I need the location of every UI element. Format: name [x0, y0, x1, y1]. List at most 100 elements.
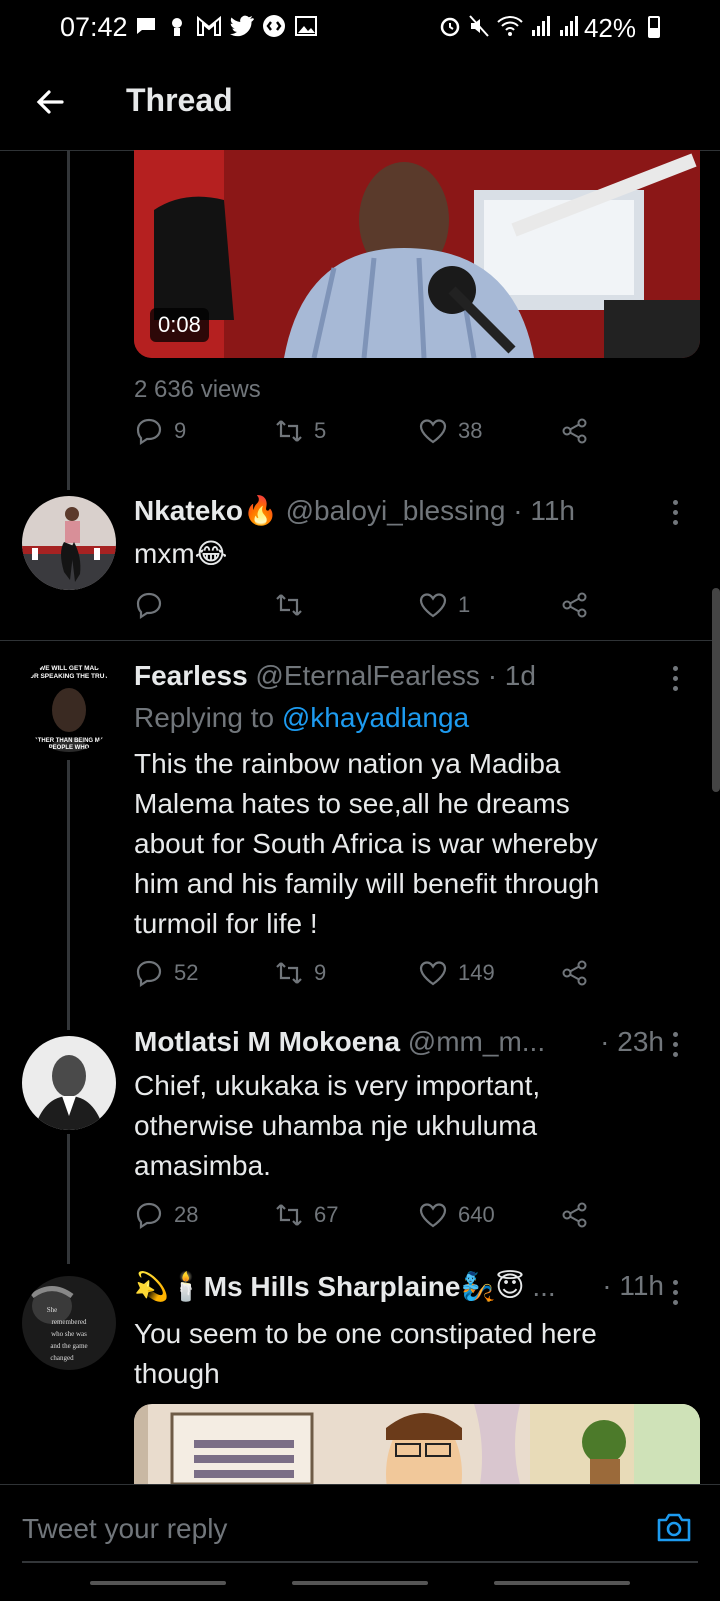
- like-button[interactable]: 640: [418, 1200, 495, 1230]
- display-name[interactable]: Fearless: [134, 660, 248, 691]
- share-button[interactable]: [560, 416, 590, 446]
- replying-to-label: Replying to: [134, 702, 275, 733]
- image-attachment[interactable]: [134, 1404, 700, 1484]
- like-button[interactable]: 1: [418, 590, 470, 620]
- name-emoji-suffix: 🧞😇: [460, 1271, 525, 1302]
- retweet-count: 67: [314, 1202, 339, 1227]
- reply-count: 28: [174, 1202, 199, 1227]
- svg-text:and the game: and the game: [50, 1342, 87, 1350]
- retweet-button[interactable]: [274, 590, 314, 620]
- notification-icons: [134, 14, 318, 38]
- tweet-text: You seem to be one constipated here thou…: [134, 1314, 664, 1394]
- avatar[interactable]: [22, 496, 116, 590]
- tweet-header: 💫🕯️Ms Hills Sharplaine🧞😇 ... · 11h: [134, 1270, 670, 1303]
- like-button[interactable]: 149: [418, 958, 495, 988]
- battery-percent: 42%: [583, 13, 636, 43]
- svg-text:WE WILL GET MAD: WE WILL GET MAD: [39, 665, 99, 672]
- display-name[interactable]: Motlatsi M Mokoena: [134, 1026, 400, 1057]
- video-player[interactable]: 0:08: [134, 150, 700, 358]
- display-name[interactable]: Ms Hills Sharplaine: [204, 1271, 461, 1302]
- signal-icon-2: [560, 16, 578, 36]
- tweet-text-line: amasimba.: [134, 1150, 271, 1181]
- reply-count: 9: [174, 418, 187, 443]
- tweet-actions: 9 5 38: [134, 416, 614, 456]
- tweet-text-line: Chief, ukukaka is very important,: [134, 1070, 541, 1101]
- shazam-icon: [263, 15, 285, 37]
- tweet-text-line: This the rainbow nation ya Madiba: [134, 748, 561, 779]
- reply-icon: [136, 960, 162, 988]
- tweet-actions: 52 9 149: [134, 958, 614, 998]
- heart-icon: [419, 419, 447, 444]
- app-bar: Thread: [0, 56, 720, 151]
- like-count: 1: [458, 592, 471, 617]
- thread-line: [67, 760, 70, 1030]
- more-options-icon[interactable]: [670, 666, 680, 691]
- video-duration: 0:08: [150, 308, 209, 342]
- svg-text:FOR SPEAKING THE TRUTH: FOR SPEAKING THE TRUTH: [25, 673, 113, 680]
- nav-handle: [90, 1581, 226, 1585]
- gmail-icon: [197, 15, 221, 36]
- handle: @mm_m...: [407, 1026, 546, 1057]
- name-emoji: 🔥: [242, 495, 278, 526]
- display-name[interactable]: Nkateko: [134, 495, 243, 526]
- reply-button[interactable]: 9: [134, 416, 186, 446]
- message-icon: [137, 18, 155, 34]
- tweet-header: Fearless @EternalFearless · 1d: [134, 660, 670, 692]
- system-icons: [438, 14, 580, 38]
- share-icon: [562, 418, 587, 444]
- share-icon: [562, 960, 587, 986]
- retweet-button[interactable]: 9: [274, 958, 326, 988]
- avatar[interactable]: She remembered who she was and the game …: [22, 1276, 116, 1370]
- reply-button[interactable]: 52: [134, 958, 198, 988]
- retweet-button[interactable]: 5: [274, 416, 326, 446]
- video-thumbnail: [134, 150, 700, 358]
- twitter-icon: [230, 15, 254, 37]
- tweet-text: Chief, ukukaka is very important, otherw…: [134, 1066, 664, 1186]
- mention-link[interactable]: @khayadlanga: [282, 702, 469, 733]
- thread-line: [67, 1134, 70, 1264]
- svg-text:who she was: who she was: [51, 1330, 87, 1338]
- reply-button[interactable]: [134, 590, 174, 620]
- tweet-header: Nkateko🔥 @baloyi_blessing · 11h: [134, 494, 670, 527]
- tweet-text: This the rainbow nation ya Madiba Malema…: [134, 744, 664, 944]
- retweet-button[interactable]: 67: [274, 1200, 338, 1230]
- reply-composer: Tweet your reply: [0, 1484, 720, 1601]
- camera-icon[interactable]: [656, 1511, 692, 1543]
- more-options-icon[interactable]: [670, 1280, 680, 1305]
- tweet-text: mxm😂: [134, 534, 664, 574]
- tweet-text-line: him and his family will benefit through: [134, 868, 600, 899]
- share-icon: [562, 592, 587, 618]
- reply-icon: [136, 1202, 162, 1230]
- tweet-actions: 28 67 640: [134, 1200, 614, 1240]
- svg-text:PEOPLE WHO: PEOPLE WHO: [49, 745, 90, 751]
- share-button[interactable]: [560, 1200, 590, 1230]
- more-options-icon[interactable]: [670, 1032, 680, 1057]
- tweet-text-line: turmoil for life !: [134, 908, 318, 939]
- tweet-text-line: otherwise uhamba nje ukhuluma: [134, 1110, 538, 1141]
- divider: [0, 640, 720, 641]
- scrollbar[interactable]: [712, 588, 720, 792]
- tweet-time: · 23h: [600, 1026, 664, 1057]
- like-button[interactable]: 38: [418, 416, 482, 446]
- alarm-icon: [440, 17, 460, 37]
- heart-icon: [419, 593, 447, 618]
- avatar[interactable]: WE WILL GET MAD FOR SPEAKING THE TRUTH R…: [22, 658, 116, 752]
- share-button[interactable]: [560, 590, 590, 620]
- tweet-text-line: You seem to be one constipated here: [134, 1318, 597, 1349]
- avatar[interactable]: [22, 1036, 116, 1130]
- more-options-icon[interactable]: [670, 500, 680, 525]
- reply-input[interactable]: Tweet your reply: [22, 1485, 698, 1563]
- share-button[interactable]: [560, 958, 590, 988]
- mute-icon: [469, 15, 489, 37]
- handle-and-time: @EternalFearless · 1d: [255, 660, 536, 691]
- replying-to: Replying to @khayadlanga: [134, 702, 469, 734]
- nav-handle: [292, 1581, 428, 1585]
- retweet-icon: [276, 420, 302, 442]
- tweet-text-line: Malema hates to see,all he dreams: [134, 788, 570, 819]
- reply-button[interactable]: 28: [134, 1200, 198, 1230]
- view-count: 2 636 views: [134, 376, 261, 403]
- heart-icon: [419, 961, 447, 986]
- back-arrow-icon[interactable]: [32, 84, 68, 120]
- battery-icon: [648, 16, 660, 38]
- reply-placeholder: Tweet your reply: [22, 1513, 228, 1544]
